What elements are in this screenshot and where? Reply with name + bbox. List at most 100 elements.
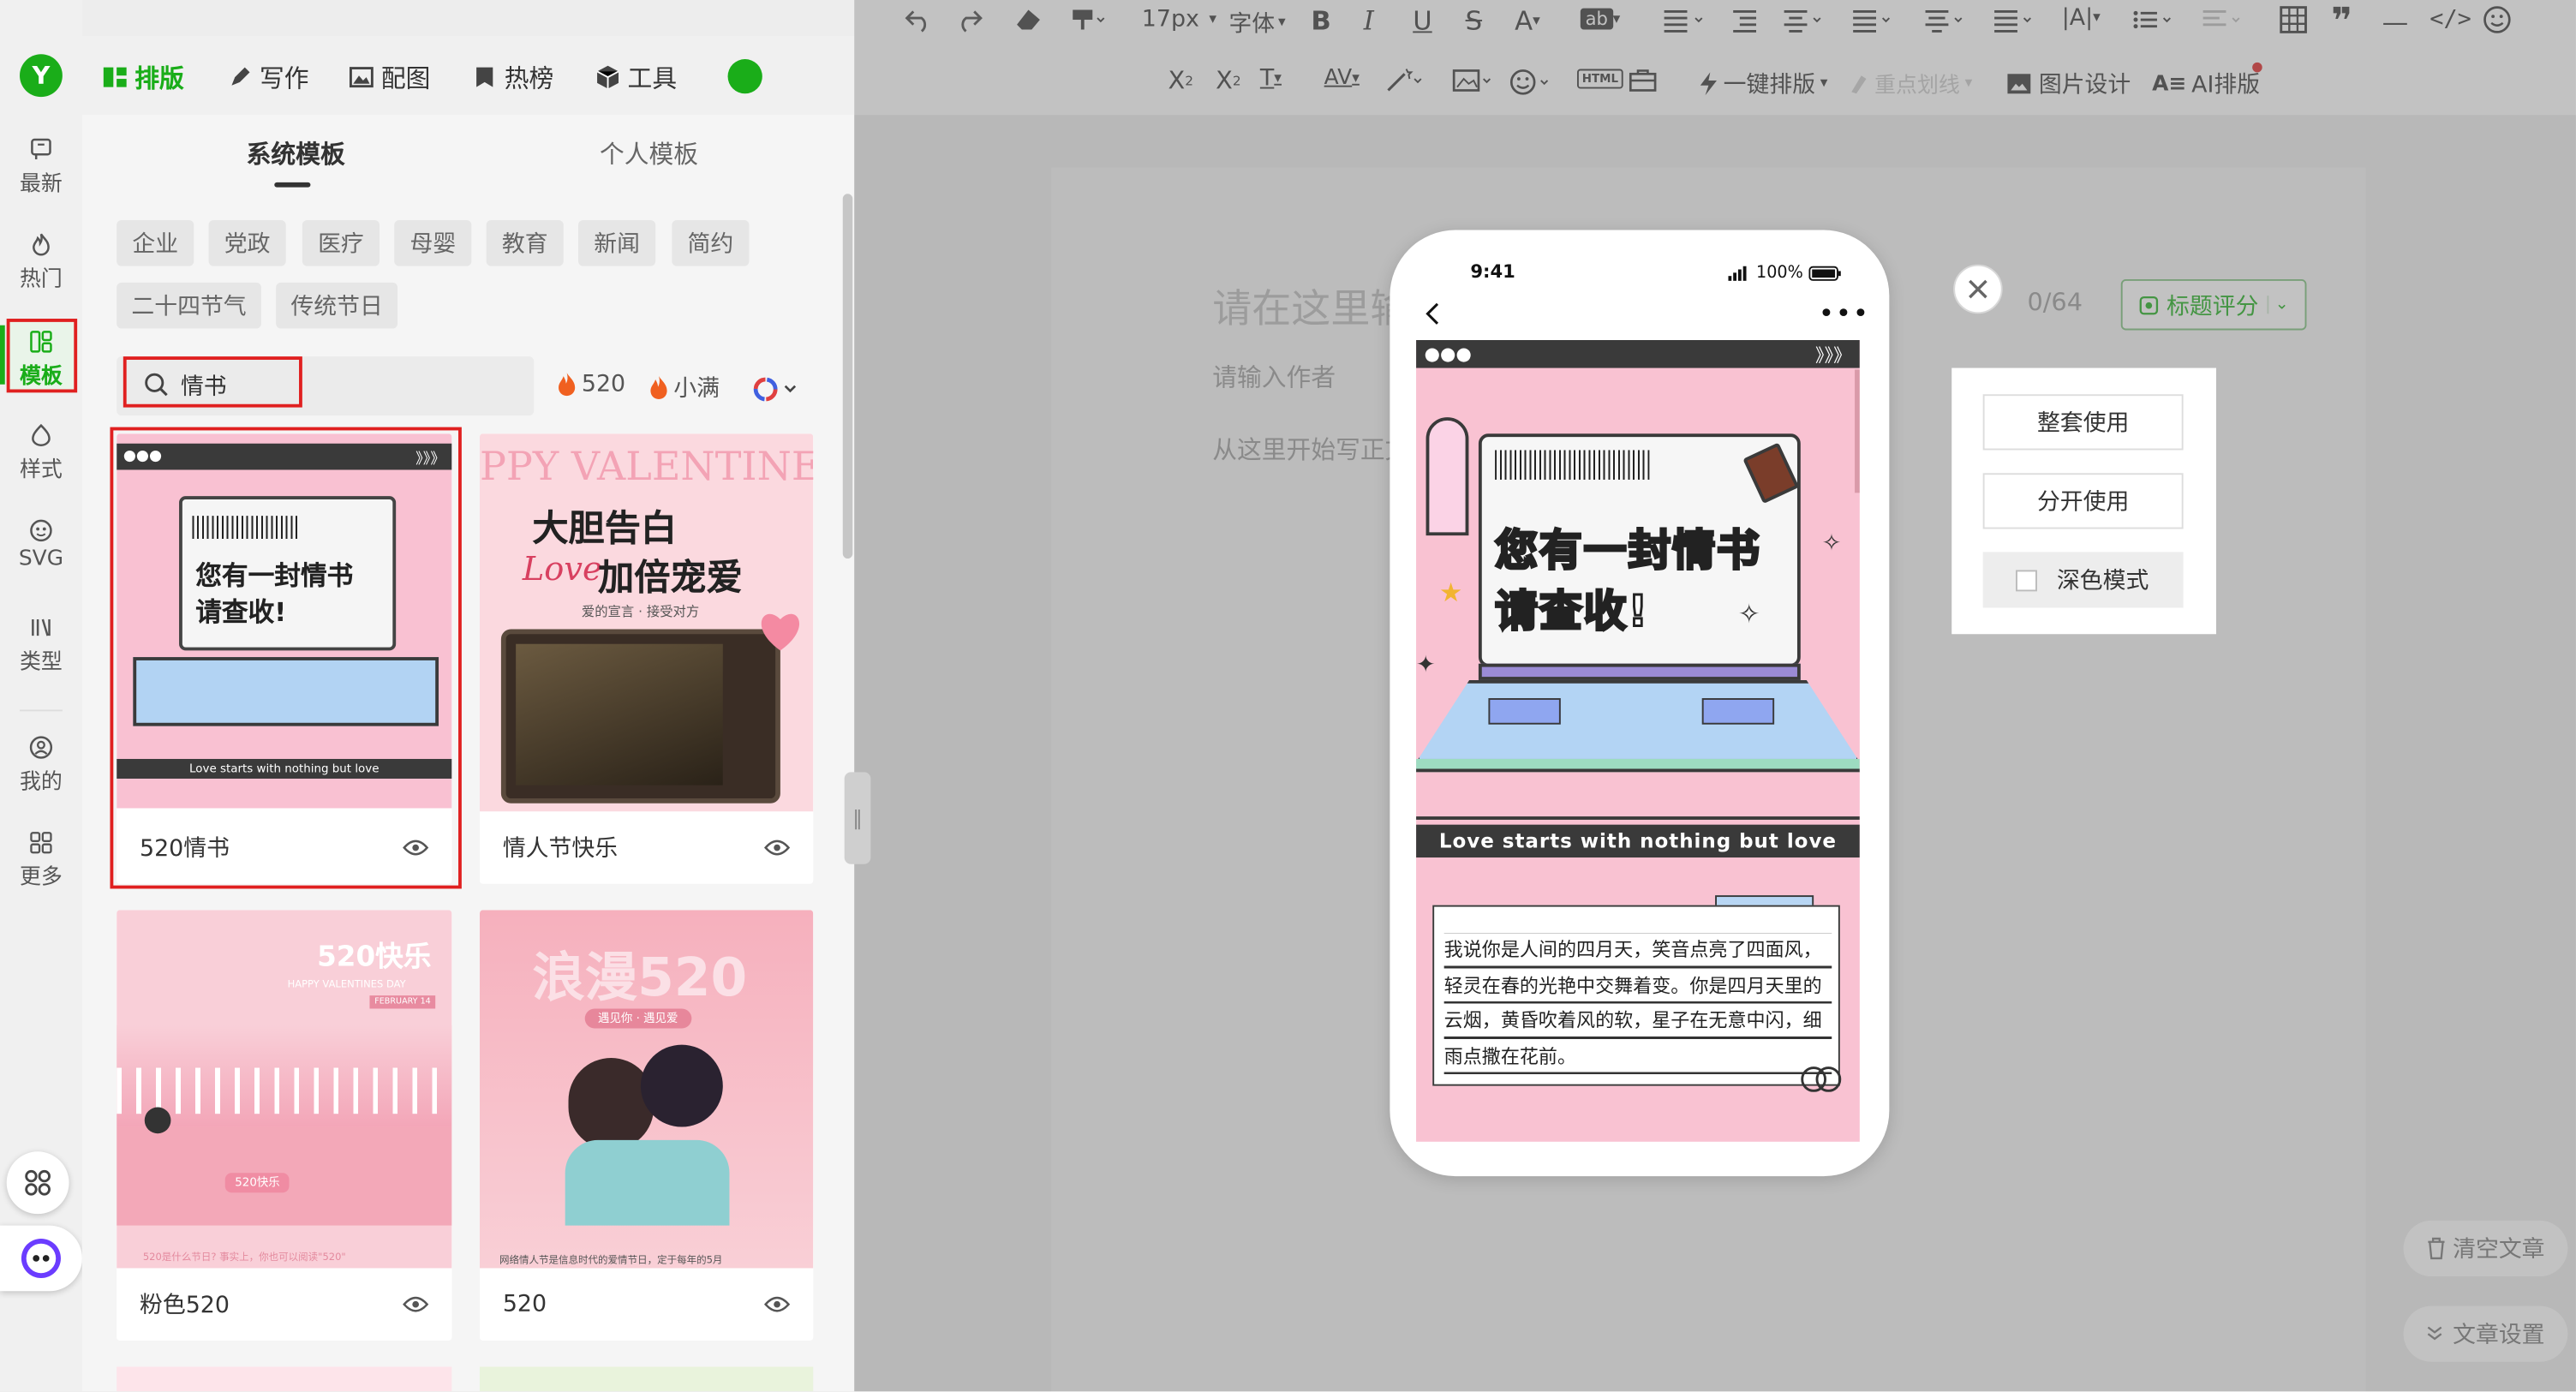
color-filter-dropdown[interactable] xyxy=(752,376,797,403)
sparkle-icon: ✦ xyxy=(1416,652,1436,679)
search-icon xyxy=(143,371,170,397)
template-card-valentine[interactable]: PPY VALENTINE 大胆告白 Love 加倍宠爱 爱的宣言 · 接受对方… xyxy=(479,433,814,884)
fire-icon xyxy=(555,371,578,397)
back-chevron-icon[interactable] xyxy=(1425,302,1441,326)
thumb-banner: 520快乐 xyxy=(317,941,432,975)
category-chip[interactable]: 企业 xyxy=(117,219,194,266)
thumb-headline-1: 大胆告白 xyxy=(532,509,678,551)
style-icon xyxy=(28,421,55,451)
card-title: 520 xyxy=(502,1291,547,1317)
preview-banner: Love starts with nothing but love xyxy=(1416,824,1860,858)
category-chip[interactable]: 医疗 xyxy=(302,219,380,266)
use-all-button[interactable]: 整套使用 xyxy=(1982,394,2184,451)
app-logo[interactable]: Y xyxy=(20,54,63,98)
preview-body-text: 我说你是人间的四月天，笑音点亮了四面风，轻灵在春的光艳中交舞着变。你是四月天里的… xyxy=(1443,933,1832,1075)
preview-laptop-base xyxy=(1416,679,1860,762)
robot-icon xyxy=(20,1237,63,1280)
signal-icon xyxy=(1728,266,1751,281)
panel-collapse-handle[interactable]: ‖ xyxy=(844,772,871,864)
rail-item-mine[interactable]: 我的 xyxy=(0,732,82,795)
sparkle-icon: ✧ xyxy=(1821,530,1842,558)
cube-icon xyxy=(595,64,621,91)
use-split-button[interactable]: 分开使用 xyxy=(1982,473,2184,529)
star-icon: ★ xyxy=(1438,577,1463,608)
tab-personal-templates[interactable]: 个人模板 xyxy=(600,136,698,170)
card-title: 粉色520 xyxy=(140,1293,230,1319)
assistant-float-button[interactable] xyxy=(0,1225,82,1292)
rail-label: 样式 xyxy=(19,458,63,483)
preview-divider xyxy=(1416,816,1860,820)
category-chip[interactable]: 简约 xyxy=(672,219,750,266)
thumb-badge: FEBRUARY 14 xyxy=(369,995,436,1009)
hot-tag[interactable]: 小满 xyxy=(648,371,720,403)
preview-scrollbar[interactable] xyxy=(1855,369,1860,493)
category-chip[interactable]: 党政 xyxy=(208,219,286,266)
category-chip[interactable]: 二十四节气 xyxy=(117,282,261,329)
preview-window-bar: ●●● 》》》 xyxy=(1416,339,1860,368)
thumb-sub: 爱的宣言 · 接受对方 xyxy=(581,604,700,619)
thumb-wheel xyxy=(144,1107,171,1134)
rail-item-template[interactable]: 模板 xyxy=(0,327,82,389)
thumb-couple-girl xyxy=(568,1057,654,1150)
rail-label: 更多 xyxy=(19,865,63,891)
preview-laptop-key xyxy=(1488,698,1561,725)
card-title: 情人节快乐 xyxy=(502,836,619,863)
phone-status: 100% xyxy=(1728,265,1841,283)
thumb-sub: HAPPY VALENTINES DAY xyxy=(287,978,406,991)
preview-laptop-strip xyxy=(1416,758,1860,773)
apps-float-button[interactable] xyxy=(6,1151,69,1215)
preview-barcode xyxy=(1495,450,1650,480)
more-dots-icon[interactable]: ••• xyxy=(1819,297,1870,328)
sparkle-icon: ✧ xyxy=(1737,598,1760,630)
layout-icon xyxy=(102,64,129,91)
rail-item-latest[interactable]: 最新 xyxy=(0,134,82,197)
hot-tag[interactable]: 520 xyxy=(555,371,625,397)
nav-image[interactable]: 配图 xyxy=(349,56,430,99)
nav-tools[interactable]: 工具 xyxy=(595,56,677,99)
template-card-romantic-520[interactable]: 浪漫520 遇见你 · 遇见爱 网络情人节是信息时代的爱情节日，定于每年的5月 … xyxy=(479,910,814,1341)
thumb-foot: 520是什么节日? 事实上，你也可以阅读"520" xyxy=(142,1252,346,1264)
rail-item-more[interactable]: 更多 xyxy=(0,828,82,891)
dark-mode-toggle[interactable]: 深色模式 xyxy=(1982,552,2184,608)
grid-icon xyxy=(28,828,55,858)
apps-icon xyxy=(23,1168,53,1198)
eye-icon[interactable] xyxy=(763,838,791,857)
thumb-banner: 浪漫520 xyxy=(532,946,748,1009)
category-chip[interactable]: 新闻 xyxy=(578,219,656,266)
rail-item-type[interactable]: 类型 xyxy=(0,612,82,675)
card-peek xyxy=(117,1366,452,1392)
eye-icon[interactable] xyxy=(763,1294,791,1314)
rail-item-svg[interactable]: SVG xyxy=(0,516,82,571)
category-chip[interactable]: 母婴 xyxy=(394,219,472,266)
rail-divider xyxy=(20,709,63,712)
nav-write[interactable]: 写作 xyxy=(227,56,309,99)
thumb-love-script: Love xyxy=(522,548,602,588)
template-card-pink-520[interactable]: 520快乐 HAPPY VALENTINES DAY FEBRUARY 14 5… xyxy=(117,910,452,1341)
category-chip[interactable]: 传统节日 xyxy=(276,282,398,329)
battery-icon xyxy=(1808,266,1841,281)
chevron-down-icon xyxy=(784,385,797,395)
close-modal-button[interactable] xyxy=(1953,264,2003,314)
preview-tab-pink xyxy=(1425,417,1469,536)
dark-mode-checkbox[interactable] xyxy=(2016,569,2037,591)
category-chip[interactable]: 教育 xyxy=(486,219,564,266)
thumb-headline-2: 加倍宠爱 xyxy=(598,559,743,600)
rail-item-style[interactable]: 样式 xyxy=(0,421,82,483)
eye-icon[interactable] xyxy=(403,1294,429,1314)
svg-icon xyxy=(28,516,55,546)
template-icon xyxy=(28,327,55,357)
nav-layout[interactable]: 排版 xyxy=(102,56,184,99)
status-dot[interactable] xyxy=(727,59,762,94)
thumb-foot: 网络情人节是信息时代的爱情节日，定于每年的5月 xyxy=(499,1255,723,1267)
nav-hotlist[interactable]: 热榜 xyxy=(471,56,553,99)
panel-scrollbar[interactable] xyxy=(842,194,853,559)
thumb-couple-boy xyxy=(640,1044,723,1127)
rail-label: 我的 xyxy=(19,770,63,796)
tab-system-templates[interactable]: 系统模板 xyxy=(247,136,345,170)
tab-active-underline xyxy=(274,182,311,188)
thumb-chip: 520快乐 xyxy=(224,1173,290,1193)
rail-item-hot[interactable]: 热门 xyxy=(0,230,82,292)
search-input[interactable] xyxy=(180,367,290,404)
close-icon xyxy=(1966,278,1989,301)
phone-time: 9:41 xyxy=(1470,260,1515,283)
